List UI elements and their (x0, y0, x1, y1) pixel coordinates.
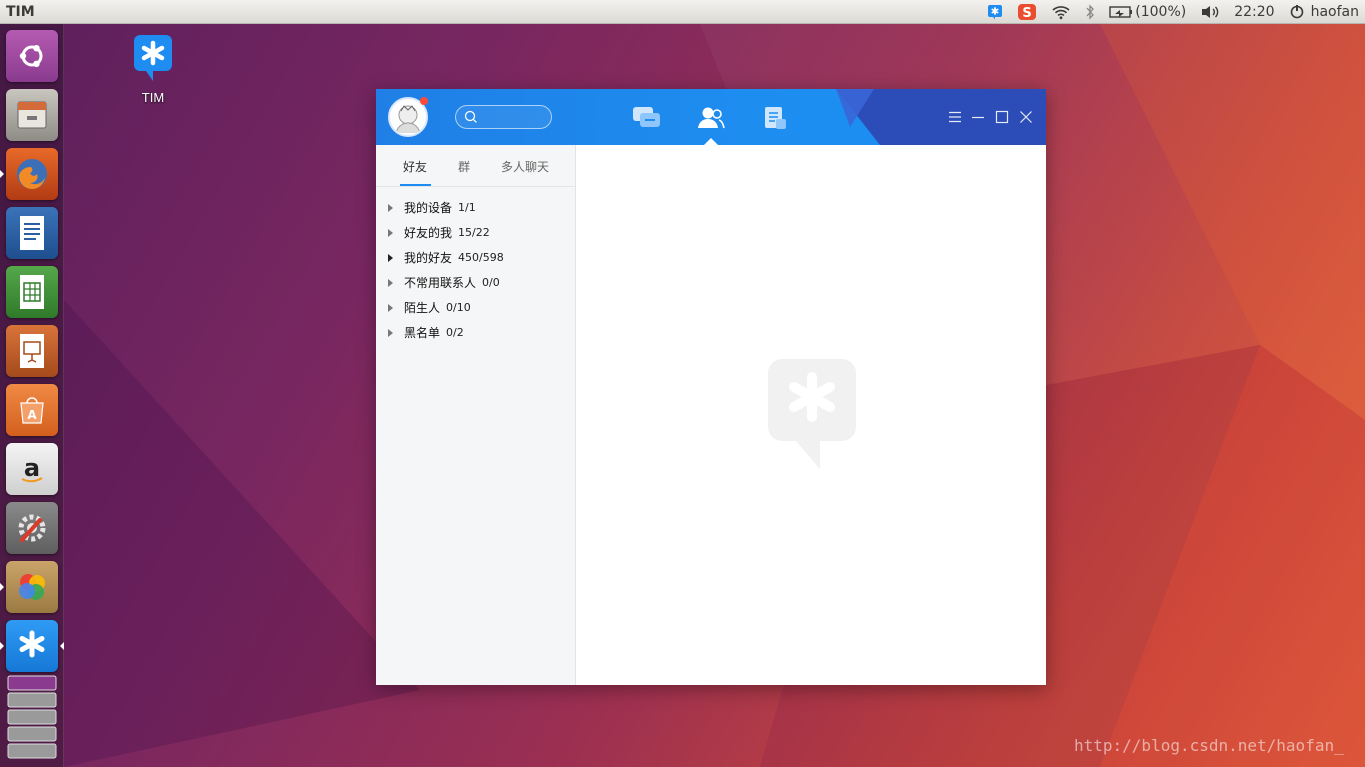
calc-icon[interactable] (6, 266, 58, 318)
chat-bubbles-icon (633, 107, 660, 127)
active-subtab-underline (400, 184, 431, 186)
group-name: 我的设备 (404, 201, 453, 215)
expand-arrow-icon (388, 303, 393, 312)
power-icon (1290, 4, 1303, 18)
friend-group[interactable]: 我的设备 1/1 (376, 195, 576, 220)
expand-arrow-icon (388, 328, 393, 337)
writer-icon[interactable] (6, 207, 58, 259)
unread-dot (420, 97, 428, 105)
minimize-icon (972, 116, 984, 119)
close-icon (1020, 111, 1032, 123)
group-name: 好友的我 (404, 226, 453, 240)
top-panel: TIM S (100%) 22:20 haofan (0, 0, 1365, 24)
search-box[interactable] (455, 105, 552, 129)
group-count: 1/1 (458, 201, 476, 214)
indicator-area: S (100%) 22:20 haofan (973, 0, 1365, 24)
expand-arrow-icon (388, 228, 393, 237)
tim-tray-icon[interactable] (987, 0, 1003, 24)
tim-icon (134, 35, 172, 81)
active-app-title: TIM (6, 3, 35, 20)
tab-messages[interactable] (632, 105, 662, 131)
main-menu-button[interactable] (947, 109, 963, 125)
group-name: 陌生人 (404, 301, 441, 315)
running-indicator (0, 170, 4, 178)
expand-arrow-icon (388, 203, 393, 212)
friend-group[interactable]: 我的好友 450/598 (376, 245, 576, 270)
tim-icon[interactable] (6, 620, 58, 672)
expand-arrow-icon (388, 253, 393, 262)
group-count: 0/0 (482, 276, 500, 289)
focused-indicator (60, 642, 64, 650)
bluetooth-icon[interactable] (1085, 0, 1095, 24)
group-name: 黑名单 (404, 326, 441, 340)
group-count: 450/598 (458, 251, 504, 264)
software-center-icon[interactable]: A (6, 384, 58, 436)
tim-main-window: 好友 群 多人聊天 我的设备 1/1 好友的我 15/22 我的好友 450/5… (376, 89, 1046, 685)
files-icon[interactable] (6, 89, 58, 141)
system-settings-icon[interactable] (6, 502, 58, 554)
contacts-subtabs: 好友 群 多人聊天 (376, 145, 576, 187)
subtab-groups[interactable]: 群 (458, 158, 470, 175)
group-count: 0/10 (446, 301, 471, 314)
sogou-input-icon[interactable]: S (1017, 0, 1037, 24)
volume-icon[interactable] (1200, 0, 1220, 24)
tim-logo-placeholder (768, 359, 856, 473)
window-header (376, 89, 1046, 145)
desktop-icon-label: TIM (141, 90, 165, 105)
battery-percent: (100%) (1135, 3, 1187, 20)
maximize-button[interactable] (994, 109, 1010, 125)
user-name: haofan (1310, 3, 1359, 20)
group-count: 0/2 (446, 326, 464, 339)
blog-watermark: http://blog.csdn.net/haofan_ (1074, 736, 1344, 755)
friend-group-list: 我的设备 1/1 好友的我 15/22 我的好友 450/598 不常用联系人 … (376, 195, 576, 345)
tab-contacts[interactable] (696, 105, 726, 131)
subtab-multi-chat[interactable]: 多人聊天 (501, 158, 549, 175)
subtab-friends[interactable]: 好友 (403, 158, 427, 175)
friend-group[interactable]: 黑名单 0/2 (376, 320, 576, 345)
workspace-icon[interactable] (6, 674, 58, 764)
header-decoration (836, 89, 1046, 145)
search-input[interactable] (482, 108, 546, 126)
desktop-tim-shortcut[interactable]: TIM (128, 34, 178, 105)
ubuntu-dash-icon[interactable] (6, 30, 58, 82)
friend-group[interactable]: 陌生人 0/10 (376, 295, 576, 320)
wifi-icon[interactable] (1051, 0, 1071, 24)
minimize-button[interactable] (970, 109, 986, 125)
group-name: 我的好友 (404, 251, 453, 265)
svg-text:a: a (24, 454, 40, 482)
search-icon (464, 110, 477, 123)
group-name: 不常用联系人 (404, 276, 477, 290)
friend-group[interactable]: 不常用联系人 0/0 (376, 270, 576, 295)
clock[interactable]: 22:20 (1234, 0, 1274, 24)
svg-text:S: S (1023, 6, 1032, 21)
tab-documents[interactable] (760, 105, 790, 131)
running-indicator (0, 583, 4, 591)
svg-text:A: A (27, 408, 37, 422)
battery-indicator[interactable]: (100%) (1109, 0, 1186, 24)
amazon-icon[interactable]: a (6, 443, 58, 495)
close-button[interactable] (1018, 109, 1034, 125)
firefox-icon[interactable] (6, 148, 58, 200)
contacts-panel: 好友 群 多人聊天 我的设备 1/1 好友的我 15/22 我的好友 450/5… (376, 145, 576, 685)
group-count: 15/22 (458, 226, 490, 239)
running-indicator (0, 642, 4, 650)
document-icon (765, 107, 786, 129)
menu-icon (949, 111, 961, 123)
session-menu[interactable]: haofan (1289, 0, 1359, 24)
friend-group[interactable]: 好友的我 15/22 (376, 220, 576, 245)
tim-watermark-icon (768, 359, 856, 469)
active-tab-caret (704, 138, 718, 145)
expand-arrow-icon (388, 278, 393, 287)
launcher: A a (0, 24, 64, 767)
maximize-icon (995, 110, 1009, 124)
contacts-icon (698, 107, 725, 129)
impress-icon[interactable] (6, 325, 58, 377)
picasa-icon[interactable] (6, 561, 58, 613)
